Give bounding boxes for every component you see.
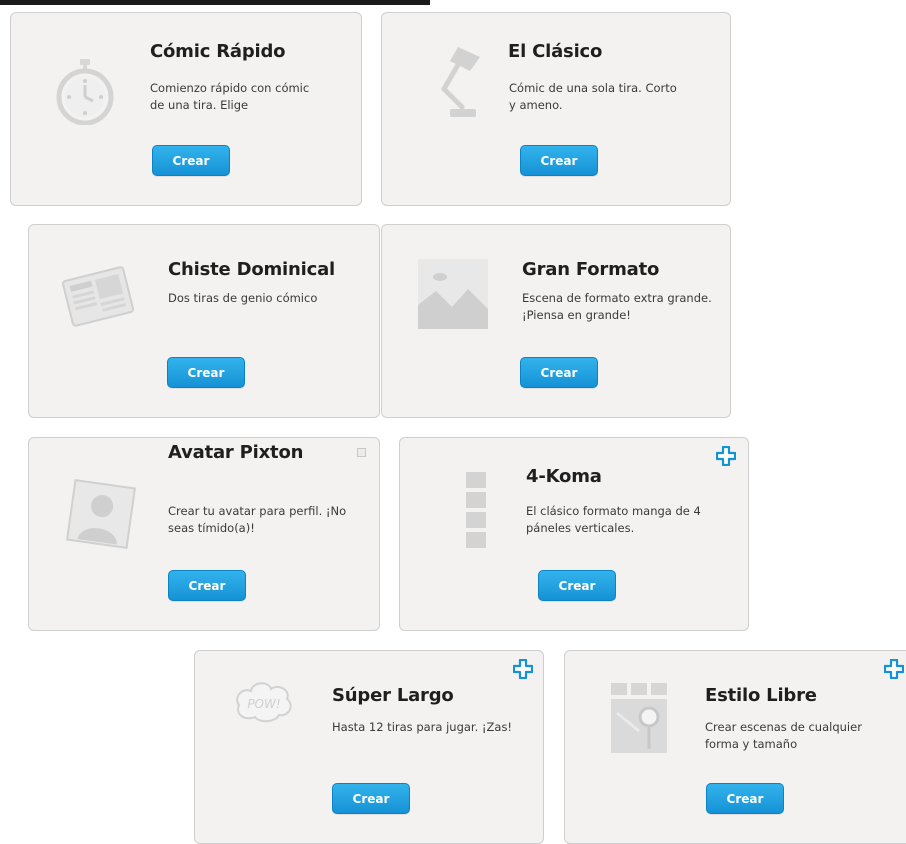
create-button[interactable]: Crear: [520, 145, 598, 176]
card-title: Avatar Pixton: [168, 442, 304, 463]
card-description: Crear escenas de cualquier forma y tamañ…: [705, 720, 862, 751]
card-title: Chiste Dominical: [168, 259, 335, 280]
card-avatar-pixton: Avatar Pixton Crear tu avatar para perfi…: [28, 437, 380, 631]
pow-text: POW!: [247, 697, 280, 711]
card-description: Escena de formato extra grande. ¡Piensa …: [522, 291, 712, 322]
create-button[interactable]: Crear: [332, 783, 410, 814]
card-title: Estilo Libre: [705, 685, 817, 706]
header-strip: [0, 0, 430, 5]
vertical-panels-icon: [466, 472, 486, 548]
card-title: Súper Largo: [332, 685, 454, 706]
card-title: 4-Koma: [526, 466, 602, 487]
landscape-image-icon: [418, 259, 488, 329]
map-pin-icon: [611, 683, 667, 753]
plus-icon[interactable]: [884, 659, 904, 679]
card-description: Dos tiras de genio cómico: [168, 291, 318, 305]
card-comic-rapido: Cómic Rápido Comienzo rápido con cómic d…: [10, 12, 362, 206]
create-button[interactable]: Crear: [706, 783, 784, 814]
create-button[interactable]: Crear: [167, 357, 245, 388]
pow-bubble-icon: POW!: [236, 682, 292, 723]
create-button[interactable]: Crear: [168, 570, 246, 601]
plus-icon[interactable]: [716, 446, 736, 466]
card-el-clasico: El Clásico Cómic de una sola tira. Corto…: [381, 12, 731, 206]
card-super-largo: POW! Súper Largo Hasta 12 tiras para jug…: [194, 650, 544, 844]
card-estilo-libre: Estilo Libre Crear escenas de cualquier …: [564, 650, 906, 844]
card-description: Hasta 12 tiras para jugar. ¡Zas!: [332, 720, 513, 734]
stopwatch-icon: [56, 59, 114, 125]
newspaper-icon: [62, 266, 135, 327]
card-description: Cómic de una sola tira. Corto y ameno.: [509, 81, 677, 112]
info-square-icon[interactable]: [357, 448, 366, 457]
card-title: Cómic Rápido: [150, 41, 286, 62]
card-4-koma: 4-Koma El clásico formato manga de 4 pán…: [399, 437, 749, 631]
create-button[interactable]: Crear: [520, 357, 598, 388]
create-button[interactable]: Crear: [538, 570, 616, 601]
card-chiste-dominical: Chiste Dominical Dos tiras de genio cómi…: [28, 224, 380, 418]
card-description: Comienzo rápido con cómic de una tira. E…: [150, 81, 310, 112]
card-description: El clásico formato manga de 4 páneles ve…: [526, 504, 701, 535]
create-button[interactable]: Crear: [152, 145, 230, 176]
card-title: El Clásico: [508, 41, 603, 62]
card-gran-formato: Gran Formato Escena de formato extra gra…: [381, 224, 731, 418]
card-title: Gran Formato: [522, 259, 660, 280]
card-description: Crear tu avatar para perfil. ¡No seas tí…: [168, 504, 347, 535]
desk-lamp-icon: [441, 47, 480, 117]
avatar-silhouette-icon: [65, 478, 137, 550]
plus-icon[interactable]: [513, 659, 533, 679]
